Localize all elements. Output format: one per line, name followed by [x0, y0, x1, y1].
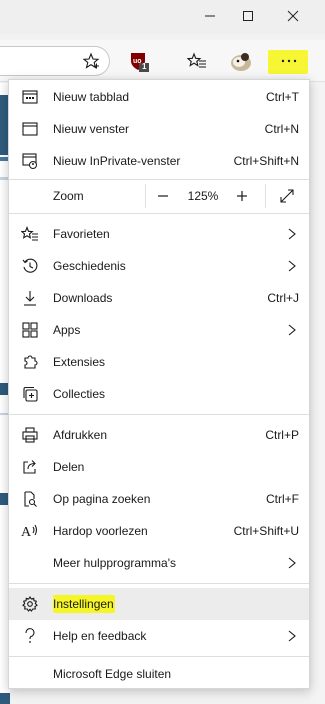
new-window-icon	[21, 120, 39, 138]
profile-button[interactable]	[226, 46, 256, 76]
question-mark-icon	[21, 627, 39, 645]
minimize-icon	[205, 15, 215, 17]
printer-icon	[21, 426, 39, 444]
menu-item-label: Nieuw venster	[53, 122, 130, 136]
favorites-icon	[21, 225, 39, 243]
apps-icon	[21, 321, 39, 339]
inprivate-window-icon	[21, 152, 39, 170]
menu-item-label: Geschiedenis	[53, 259, 126, 273]
menu-item-label: Help en feedback	[53, 629, 147, 643]
menu-item-label: Afdrukken	[53, 428, 108, 442]
svg-text:A: A	[21, 525, 32, 539]
menu-divider	[9, 213, 309, 214]
profile-avatar-icon	[231, 53, 251, 71]
menu-item-label: Microsoft Edge sluiten	[53, 667, 172, 681]
plus-icon	[237, 191, 247, 201]
menu-item-find-on-page[interactable]: Op pagina zoeken Ctrl+F	[9, 483, 309, 515]
share-icon	[21, 458, 39, 476]
more-dots-icon	[281, 59, 297, 63]
zoom-row: Zoom 125%	[9, 180, 309, 212]
chevron-right-icon	[288, 324, 296, 336]
menu-item-new-window[interactable]: Nieuw venster Ctrl+N	[9, 113, 309, 145]
add-favorite-button[interactable]	[76, 46, 106, 76]
find-on-page-icon	[21, 490, 39, 508]
menu-item-settings[interactable]: Instellingen	[9, 588, 309, 620]
menu-item-shortcut: Ctrl+P	[265, 428, 299, 442]
menu-item-label: Favorieten	[53, 227, 110, 241]
zoom-divider	[265, 184, 266, 208]
zoom-level: 125%	[187, 189, 219, 203]
minimize-button[interactable]	[190, 4, 230, 28]
chevron-right-icon	[288, 630, 296, 642]
fullscreen-button[interactable]	[277, 186, 297, 206]
close-window-button[interactable]	[273, 4, 313, 28]
menu-item-shortcut: Ctrl+Shift+U	[233, 524, 299, 538]
zoom-divider	[145, 184, 146, 208]
chevron-right-icon	[288, 557, 296, 569]
menu-item-extensions[interactable]: Extensies	[9, 346, 309, 378]
ublock-extension-button[interactable]: uo 1	[124, 46, 154, 76]
download-icon	[21, 289, 39, 307]
menu-item-close-edge[interactable]: Microsoft Edge sluiten	[9, 658, 309, 690]
menu-item-shortcut: Ctrl+N	[264, 122, 299, 136]
menu-item-help-and-feedback[interactable]: Help en feedback	[9, 620, 309, 652]
menu-item-favorites[interactable]: Favorieten	[9, 218, 309, 250]
extension-badge: 1	[142, 62, 147, 71]
menu-item-label: Apps	[53, 323, 81, 337]
chevron-right-icon	[288, 228, 296, 240]
zoom-in-button[interactable]	[232, 186, 252, 206]
gear-icon	[21, 595, 39, 613]
favorites-button[interactable]	[182, 46, 212, 76]
page-scrollbar[interactable]	[311, 83, 325, 704]
menu-item-history[interactable]: Geschiedenis	[9, 250, 309, 282]
menu-item-label: Nieuw InPrivate-venster	[53, 154, 181, 168]
menu-item-label: Meer hulpprogramma's	[53, 556, 177, 570]
menu-item-print[interactable]: Afdrukken Ctrl+P	[9, 419, 309, 451]
menu-item-more-tools[interactable]: Meer hulpprogramma's	[9, 547, 309, 579]
favorites-list-icon	[187, 52, 206, 68]
menu-item-new-inprivate-window[interactable]: Nieuw InPrivate-venster Ctrl+Shift+N	[9, 145, 309, 177]
menu-divider	[9, 656, 309, 657]
zoom-out-button[interactable]	[153, 186, 173, 206]
menu-item-shortcut: Ctrl+F	[266, 492, 299, 506]
puzzle-piece-icon	[21, 353, 39, 371]
new-tab-icon	[21, 88, 39, 106]
favorite-star-icon	[82, 52, 100, 69]
menu-item-label: Delen	[53, 460, 85, 474]
chevron-right-icon	[288, 260, 296, 272]
menu-item-shortcut: Ctrl+J	[267, 291, 299, 305]
menu-item-label: Instellingen	[53, 597, 114, 611]
menu-item-label: Collecties	[53, 387, 106, 401]
menu-item-label: Downloads	[53, 291, 113, 305]
menu-item-label: Op pagina zoeken	[53, 492, 151, 506]
maximize-icon	[243, 11, 253, 21]
menu-item-new-tab[interactable]: Nieuw tabblad Ctrl+T	[9, 81, 309, 113]
settings-and-more-button[interactable]	[274, 46, 304, 76]
menu-item-downloads[interactable]: Downloads Ctrl+J	[9, 282, 309, 314]
minus-icon	[158, 195, 168, 197]
menu-item-label: Hardop voorlezen	[53, 524, 148, 538]
menu-item-apps[interactable]: Apps	[9, 314, 309, 346]
menu-item-label: Extensies	[53, 355, 106, 369]
menu-divider	[9, 583, 309, 584]
menu-item-shortcut: Ctrl+Shift+N	[233, 154, 299, 168]
zoom-label: Zoom	[53, 189, 84, 203]
title-bar	[0, 0, 325, 34]
collections-icon	[21, 385, 39, 403]
extension-ublock-icon: uo	[131, 53, 149, 72]
read-aloud-icon: A	[21, 522, 39, 540]
menu-item-collections[interactable]: Collecties	[9, 378, 309, 410]
menu-item-label: Nieuw tabblad	[53, 90, 130, 104]
menu-item-share[interactable]: Delen	[9, 451, 309, 483]
close-icon	[287, 10, 299, 22]
history-icon	[21, 257, 39, 275]
settings-and-more-menu: Nieuw tabblad Ctrl+T Nieuw venster Ctrl+…	[8, 79, 310, 689]
menu-divider	[9, 414, 309, 415]
menu-item-read-aloud[interactable]: A Hardop voorlezen Ctrl+Shift+U	[9, 515, 309, 547]
menu-item-shortcut: Ctrl+T	[266, 90, 299, 104]
maximize-button[interactable]	[228, 4, 268, 28]
fullscreen-expand-icon	[280, 189, 294, 203]
